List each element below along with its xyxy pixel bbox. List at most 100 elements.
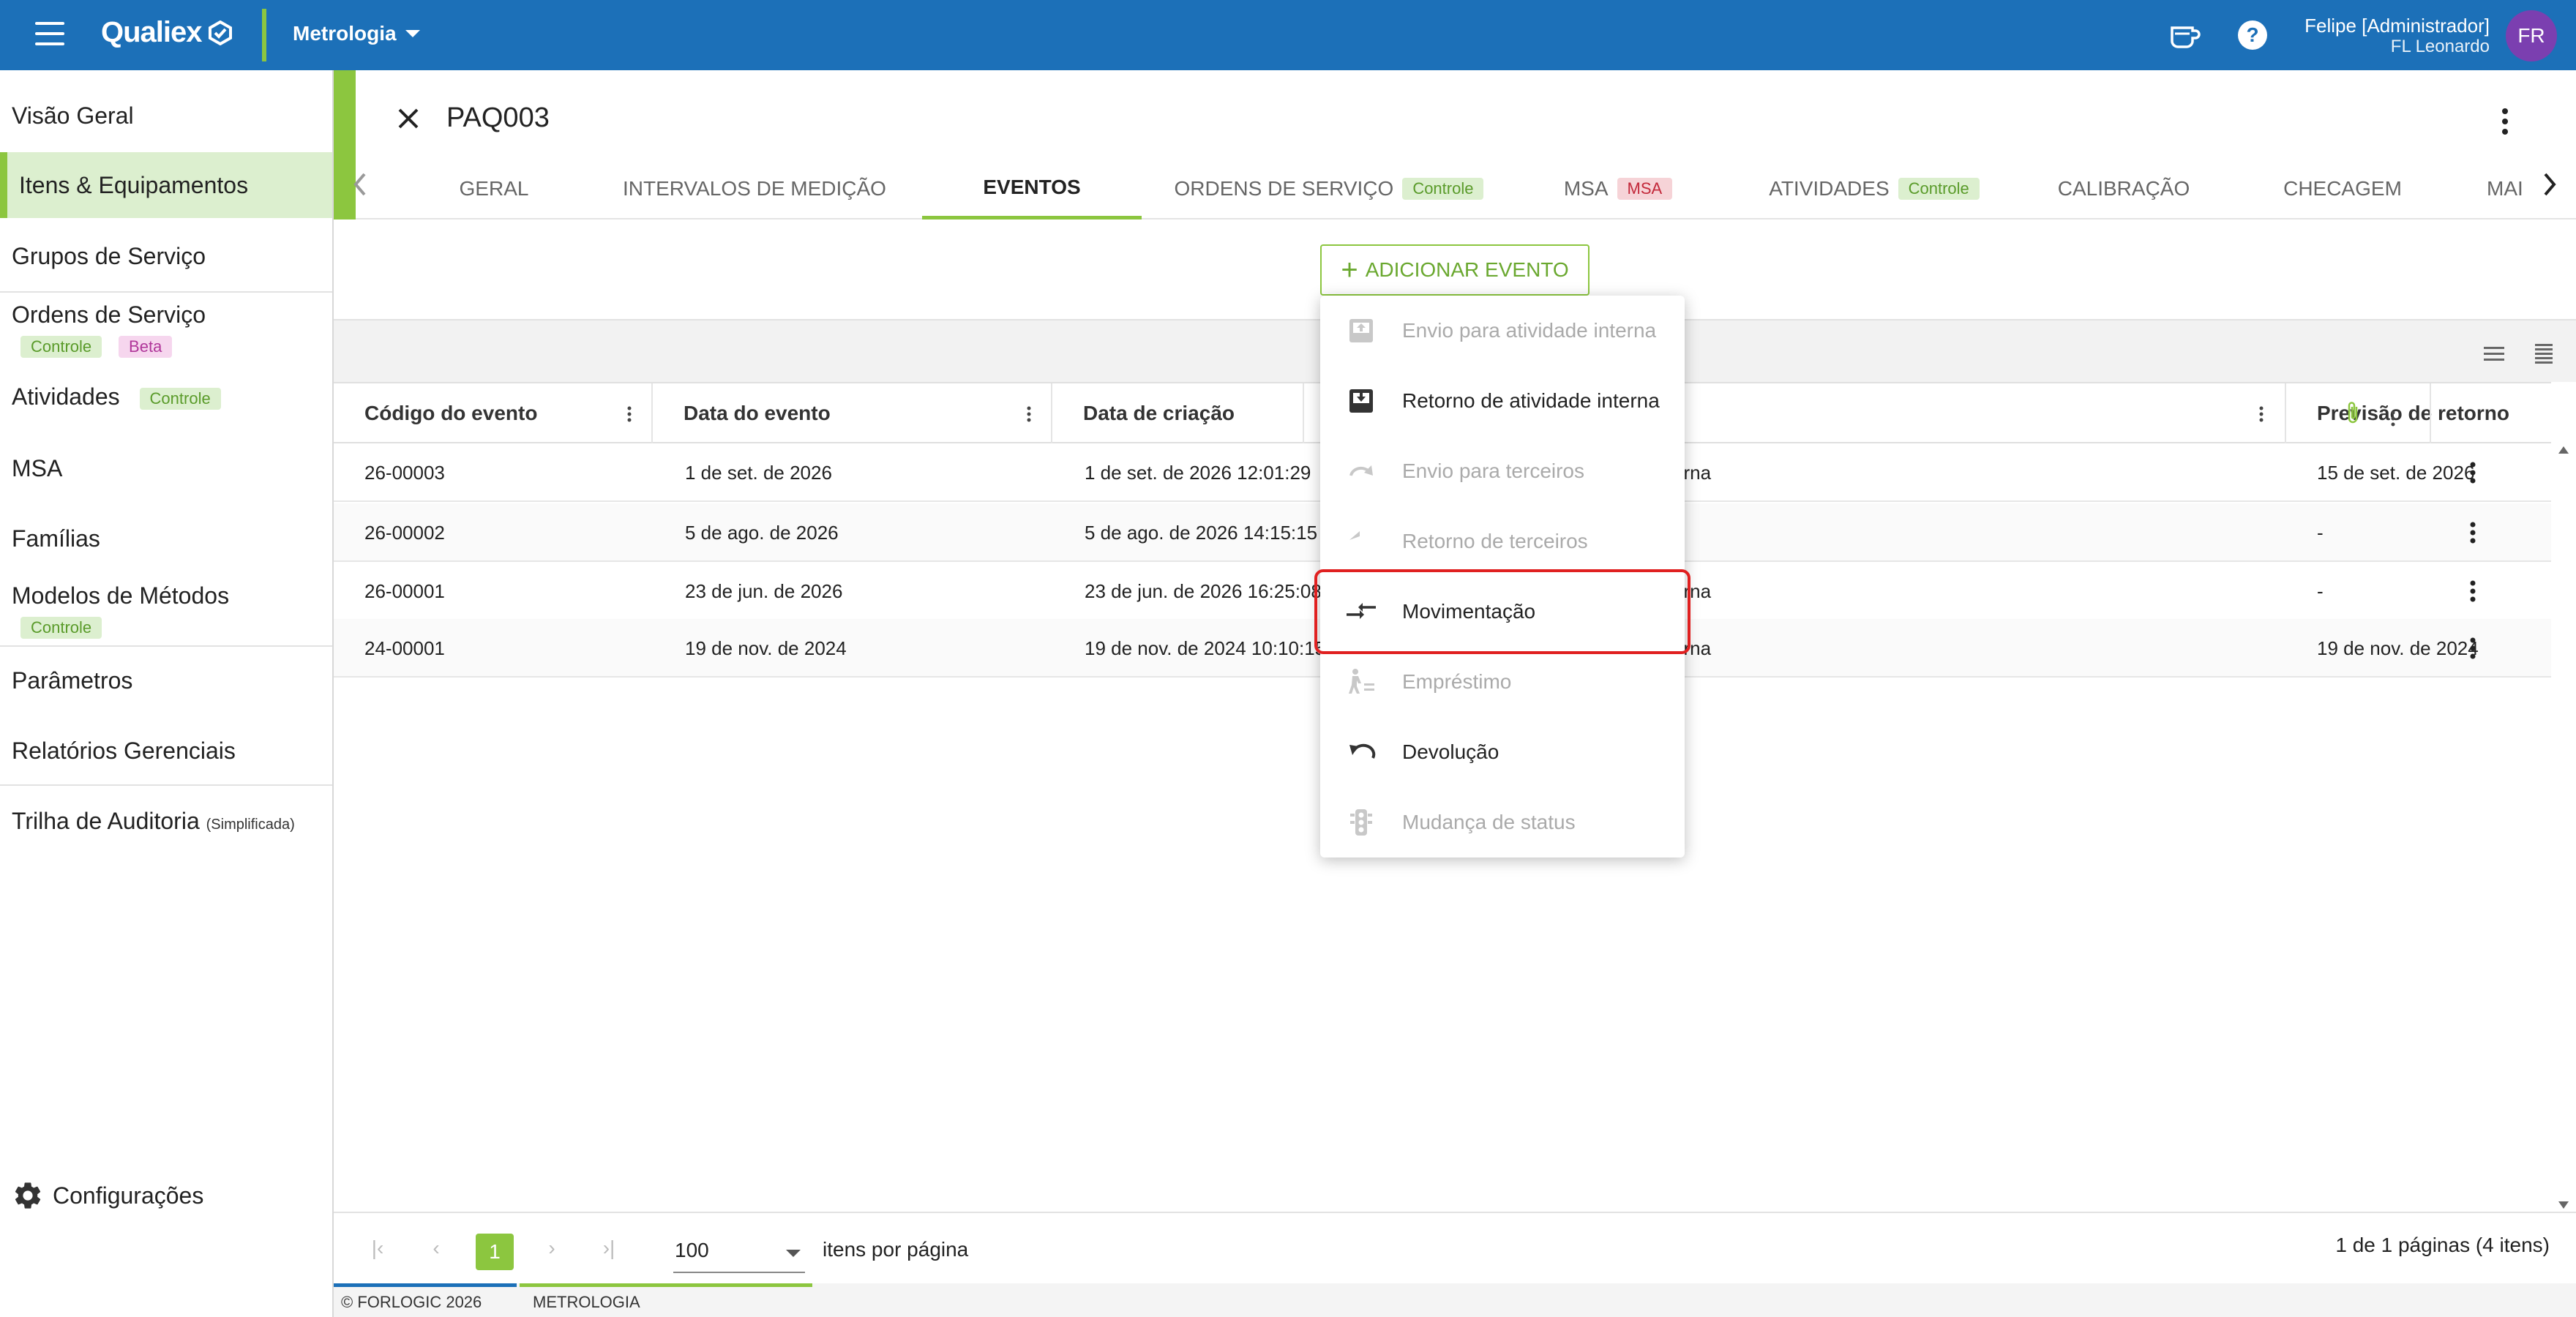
vertical-scrollbar[interactable] [2551,443,2576,1212]
previous-page-icon[interactable]: ‹ [422,1234,451,1263]
sidebar-item-parametros[interactable]: Parâmetros [0,667,332,702]
hamburger-menu-icon[interactable] [35,22,67,48]
close-icon[interactable] [392,102,424,135]
tab-atividades[interactable]: ATIVIDADES Controle [1761,158,1988,220]
list-view-icon[interactable] [2482,342,2506,364]
redo-arrow-icon [1345,455,1377,487]
tabs-bar: GERAL INTERVALOS DE MEDIÇÃO EVENTOS ORDE… [356,158,2576,220]
sidebar-item-itens-equipamentos[interactable]: Itens & Equipamentos [0,152,332,218]
menu-item-mudanca-status[interactable]: Mudança de status [1320,787,1685,858]
last-page-icon[interactable]: ›| [594,1234,624,1263]
gear-icon [15,1182,41,1209]
column-menu-icon[interactable] [2390,410,2396,427]
column-header-codigo[interactable]: Código do evento [334,383,653,443]
page-size-select[interactable]: 100 [673,1229,805,1273]
column-menu-icon[interactable] [626,405,632,423]
compact-view-icon[interactable] [2532,342,2556,364]
highlight-annotation [1314,569,1690,654]
menu-item-retorno-atividade-interna[interactable]: Retorno de atividade interna [1320,366,1685,436]
sidebar-divider [0,645,332,647]
sidebar-item-relatorios[interactable]: Relatórios Gerenciais [0,738,332,773]
caret-down-icon [786,1250,801,1257]
badge-beta: Beta [119,335,173,358]
help-icon[interactable]: ? [2235,18,2270,53]
badge-controle: Controle [20,616,102,639]
add-event-button[interactable]: + ADICIONAR EVENTO [1320,244,1590,296]
sidebar-item-note: (Simplificada) [206,817,295,833]
menu-item-label: Empréstimo [1402,670,1512,693]
tab-calibracao[interactable]: CALIBRAÇÃO [2051,158,2197,220]
cell-data-evento: 19 de nov. de 2024 [685,637,847,659]
undo-icon [1345,736,1377,768]
logo-mark-icon [208,20,232,45]
sidebar-item-label: Grupos de Serviço [12,243,206,269]
sidebar-item-label: Ordens de Serviço [12,301,206,328]
settings-button[interactable]: Configurações [12,1179,203,1212]
menu-item-label: Retorno de terceiros [1402,530,1588,552]
sidebar-item-trilha-auditoria[interactable]: Trilha de Auditoria (Simplificada) [0,808,332,843]
sidebar-item-modelos-metodos[interactable]: Modelos de Métodos Controle [0,582,332,644]
inbox-out-icon [1345,315,1377,347]
footer-copyright: © FORLOGIC 2026 [334,1283,517,1317]
sidebar-item-msa[interactable]: MSA [0,455,332,490]
column-header-hidden[interactable] [1685,383,2286,443]
tab-intervalos-medicao[interactable]: INTERVALOS DE MEDIÇÃO [623,158,886,220]
sidebar-item-label: Visão Geral [12,102,134,129]
top-bar: Qualiex Metrologia ? Felipe [Administrad… [0,0,2576,70]
chevron-right-icon[interactable] [2539,168,2560,200]
footer: © FORLOGIC 2026 METROLOGIA [334,1283,2576,1317]
paperclip-icon [2348,402,2358,424]
module-selector[interactable]: Metrologia [293,22,420,45]
cell-codigo: 26-00003 [364,461,445,484]
sidebar-divider [0,784,332,786]
sidebar-item-atividades[interactable]: Atividades Controle [0,383,332,419]
user-info[interactable]: Felipe [Administrador] FL Leonardo [2304,15,2490,57]
column-header-attachment[interactable] [2311,383,2431,443]
menu-item-label: Envio para atividade interna [1402,319,1657,342]
app-logo[interactable]: Qualiex [101,16,233,49]
tab-msa[interactable]: MSA MSA [1556,158,1680,220]
badge-controle: Controle [1898,178,1980,200]
row-actions-icon[interactable] [2469,637,2476,660]
reply-icon [1345,525,1377,558]
menu-item-retorno-terceiros[interactable]: Retorno de terceiros [1320,506,1685,577]
sidebar-item-label: MSA [12,455,63,481]
next-page-icon[interactable]: › [537,1234,566,1263]
current-page-button[interactable]: 1 [476,1234,514,1270]
column-header-data-evento[interactable]: Data do evento [653,383,1052,443]
tab-label: CALIBRAÇÃO [2057,177,2190,200]
column-header-data-criacao[interactable]: Data de criação [1052,383,1304,443]
cell-previsao-retorno: 15 de set. de 2026 [2317,461,2475,484]
sidebar-divider [0,291,332,293]
column-menu-icon[interactable] [1026,405,1032,423]
tab-partial[interactable]: MAI [2487,158,2531,220]
row-actions-icon[interactable] [2469,461,2476,484]
cell-previsao-retorno: - [2317,521,2324,544]
menu-item-envio-terceiros[interactable]: Envio para terceiros [1320,436,1685,506]
sidebar-item-ordens-servico[interactable]: Ordens de Serviço Controle Beta [0,301,332,363]
avatar[interactable]: FR [2506,10,2557,61]
row-actions-icon[interactable] [2469,521,2476,544]
cell-codigo: 26-00002 [364,521,445,544]
sidebar-item-familias[interactable]: Famílias [0,525,332,560]
menu-item-devolucao[interactable]: Devolução [1320,717,1685,787]
sidebar-item-grupos-servico[interactable]: Grupos de Serviço [0,243,332,278]
cell-data-criacao: 1 de set. de 2026 12:01:29 [1085,461,1311,484]
menu-item-emprestimo[interactable]: Empréstimo [1320,647,1685,717]
user-organization: FL Leonardo [2390,37,2490,56]
tab-geral[interactable]: GERAL [446,158,542,220]
first-page-icon[interactable]: |‹ [363,1234,392,1263]
sidebar-item-label: Trilha de Auditoria [12,808,200,834]
tab-eventos[interactable]: EVENTOS [922,158,1142,220]
coffee-cup-icon[interactable] [2166,18,2201,53]
column-menu-icon[interactable] [2258,405,2264,423]
tab-checagem[interactable]: CHECAGEM [2273,158,2412,220]
sidebar-item-visao-geral[interactable]: Visão Geral [0,102,332,138]
row-actions-icon[interactable] [2469,579,2476,603]
more-options-icon[interactable] [2494,105,2516,138]
tab-ordens-servico[interactable]: ORDENS DE SERVIÇO Controle [1175,158,1484,220]
badge-controle: Controle [139,387,221,410]
menu-item-envio-atividade-interna[interactable]: Envio para atividade interna [1320,296,1685,366]
person-loan-icon [1345,666,1377,698]
tab-label: MSA [1563,177,1609,200]
